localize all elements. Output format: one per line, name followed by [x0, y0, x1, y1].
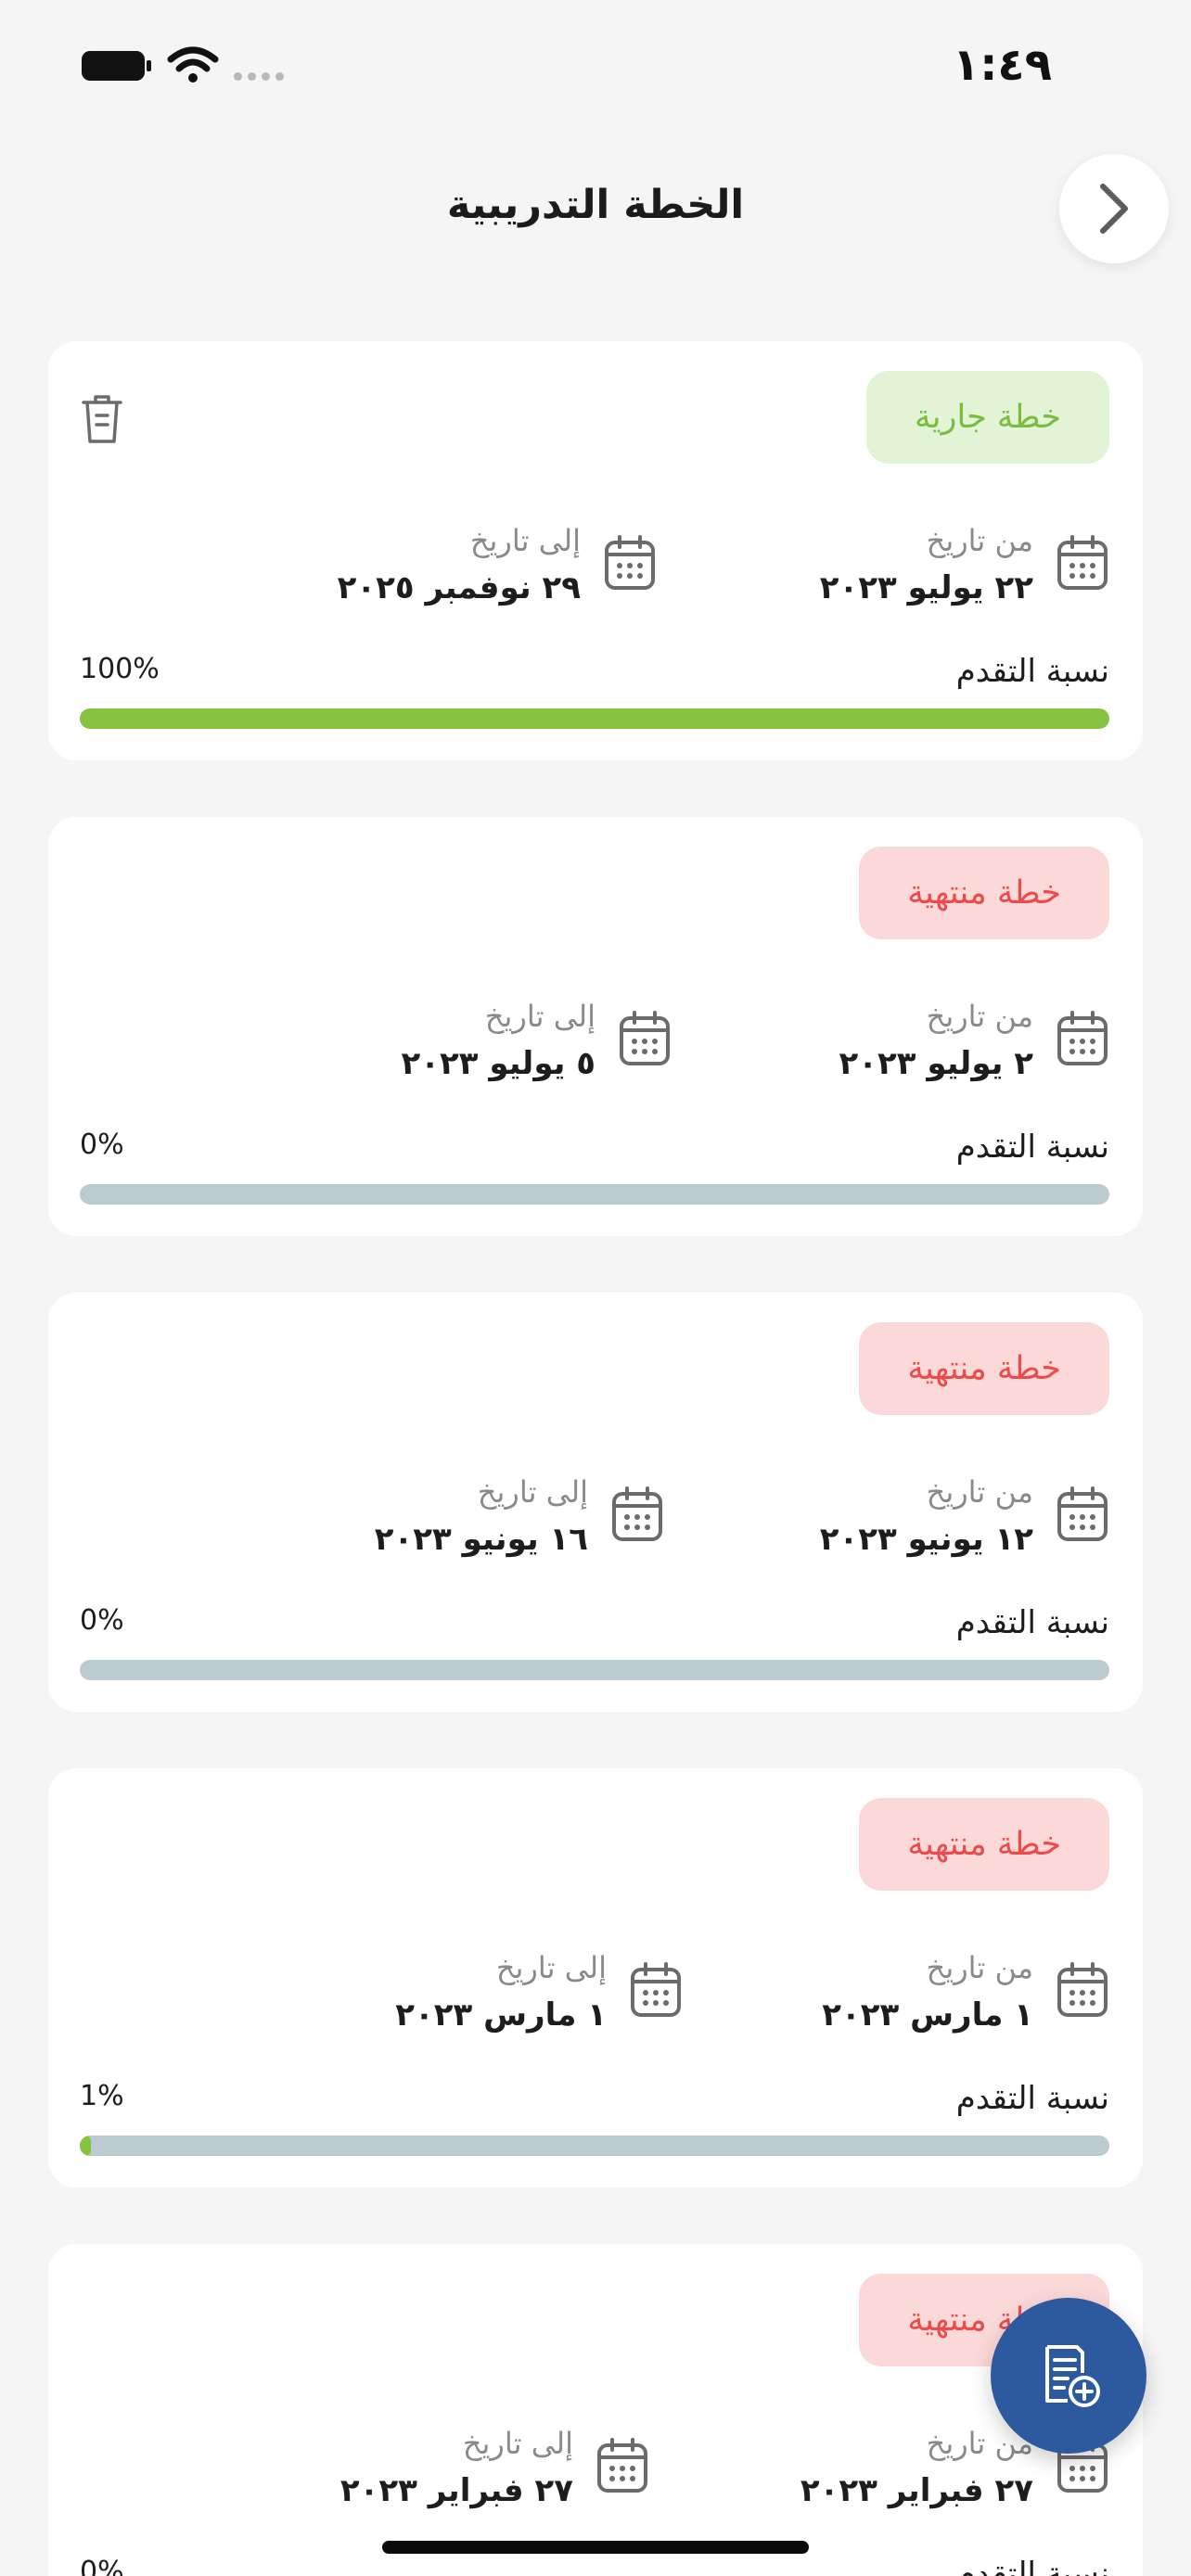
calendar-icon: [612, 1486, 662, 1541]
progress-percent: 100%: [80, 653, 160, 685]
progress-percent: 0%: [80, 2556, 124, 2576]
calendar-icon: [597, 2438, 647, 2493]
progress-bar: [80, 1184, 1109, 1205]
progress-bar: [80, 2136, 1109, 2156]
to-date-label: إلى تاريخ: [477, 1474, 588, 1510]
progress-label: نسبة التقدم: [955, 1129, 1109, 1166]
to-date-value: ٢٧ فبراير ٢٠٢٣: [339, 2472, 573, 2509]
calendar-icon: [1057, 1486, 1108, 1541]
chevron-right-icon: [1100, 184, 1128, 234]
wifi-icon: [167, 46, 219, 83]
from-date-label: من تاريخ: [926, 1950, 1033, 1985]
from-date-value: ٢ يوليو ٢٠٢٣: [839, 1045, 1034, 1082]
plan-card[interactable]: خطة جارية من تاريخ ٢٢ يوليو ٢٠٢٣ إلى تار…: [48, 341, 1143, 760]
to-date-value: ٢٩ نوفمبر ٢٠٢٥: [337, 569, 581, 606]
plan-card[interactable]: خطة منتهية من تاريخ ٢٧ فبراير ٢٠٢٣ إلى ت: [48, 2244, 1143, 2576]
to-date-value: ١ مارس ٢٠٢٣: [395, 1996, 607, 2034]
page-title: الخطة التدريبية: [446, 182, 745, 228]
to-date-block: إلى تاريخ ١٦ يونيو ٢٠٢٣: [375, 1471, 664, 1565]
from-date-label: من تاريخ: [926, 1474, 1033, 1510]
progress-fill: [80, 2136, 91, 2156]
from-date-value: ١٢ يونيو ٢٠٢٣: [819, 1521, 1033, 1558]
add-plan-button[interactable]: [991, 2298, 1146, 2454]
progress-percent: 0%: [80, 1129, 124, 1161]
from-date-label: من تاريخ: [926, 523, 1033, 558]
calendar-icon: [1057, 1962, 1108, 2017]
status-time: ١:٤٩: [952, 39, 1052, 91]
to-date-block: إلى تاريخ ٢٩ نوفمبر ٢٠٢٥: [338, 519, 657, 614]
from-date-value: ٢٧ فبراير ٢٠٢٣: [800, 2472, 1033, 2509]
to-date-block: إلى تاريخ ٥ يوليو ٢٠٢٣: [402, 995, 672, 1090]
trash-icon[interactable]: [80, 393, 124, 445]
progress-bar: [80, 708, 1109, 729]
progress-label: نسبة التقدم: [955, 653, 1109, 690]
progress-label: نسبة التقدم: [955, 2080, 1109, 2117]
plan-card[interactable]: خطة منتهية من تاريخ ١٢ يونيو ٢٠٢٣ إلى تا: [48, 1293, 1143, 1712]
progress-label: نسبة التقدم: [955, 2556, 1109, 2576]
to-date-label: إلى تاريخ: [469, 523, 581, 558]
home-indicator: [382, 2541, 809, 2554]
from-date-block: من تاريخ ١٢ يونيو ٢٠٢٣: [820, 1471, 1109, 1565]
progress-percent: 1%: [80, 2080, 124, 2112]
cellular-signal-icon: [234, 72, 284, 81]
calendar-icon: [1057, 1011, 1108, 1065]
from-date-value: ٢٢ يوليو ٢٠٢٣: [819, 569, 1033, 606]
status-badge: خطة منتهية: [859, 1322, 1109, 1415]
from-date-block: من تاريخ ٢ يوليو ٢٠٢٣: [839, 995, 1110, 1090]
to-date-label: إلى تاريخ: [495, 1950, 607, 1985]
from-date-label: من تاريخ: [926, 999, 1033, 1034]
to-date-block: إلى تاريخ ٢٧ فبراير ٢٠٢٣: [340, 2422, 649, 2517]
calendar-icon: [1057, 535, 1108, 590]
add-document-icon: [1045, 2345, 1100, 2407]
plan-card[interactable]: خطة منتهية من تاريخ ٢ يوليو ٢٠٢٣ إلى تار: [48, 817, 1143, 1236]
to-date-block: إلى تاريخ ١ مارس ٢٠٢٣: [395, 1946, 683, 2041]
from-date-value: ١ مارس ٢٠٢٣: [822, 1996, 1033, 2034]
to-date-value: ٥ يوليو ٢٠٢٣: [401, 1045, 596, 1082]
progress-bar: [80, 1660, 1109, 1680]
status-badge: خطة منتهية: [859, 1798, 1109, 1891]
progress-percent: 0%: [80, 1604, 124, 1637]
back-button[interactable]: [1059, 154, 1169, 263]
to-date-label: إلى تاريخ: [484, 999, 596, 1034]
from-date-block: من تاريخ ١ مارس ٢٠٢٣: [822, 1946, 1109, 2041]
from-date-block: من تاريخ ٢٢ يوليو ٢٠٢٣: [820, 519, 1109, 614]
plan-card[interactable]: خطة منتهية من تاريخ ١ مارس ٢٠٢٣ إلى تاري: [48, 1768, 1143, 2187]
calendar-icon: [631, 1962, 681, 2017]
to-date-value: ١٦ يونيو ٢٠٢٣: [374, 1521, 588, 1558]
status-bar: ١:٤٩: [0, 0, 1191, 130]
to-date-label: إلى تاريخ: [462, 2426, 573, 2461]
calendar-icon: [620, 1011, 670, 1065]
progress-label: نسبة التقدم: [955, 1604, 1109, 1641]
status-badge: خطة جارية: [866, 371, 1109, 464]
screen: ١:٤٩ الخطة التدريبية خطة جارية من تاريخ …: [0, 0, 1191, 2576]
progress-fill: [80, 708, 1109, 729]
calendar-icon: [605, 535, 655, 590]
status-badge: خطة منتهية: [859, 847, 1109, 939]
battery-icon: [82, 51, 151, 81]
